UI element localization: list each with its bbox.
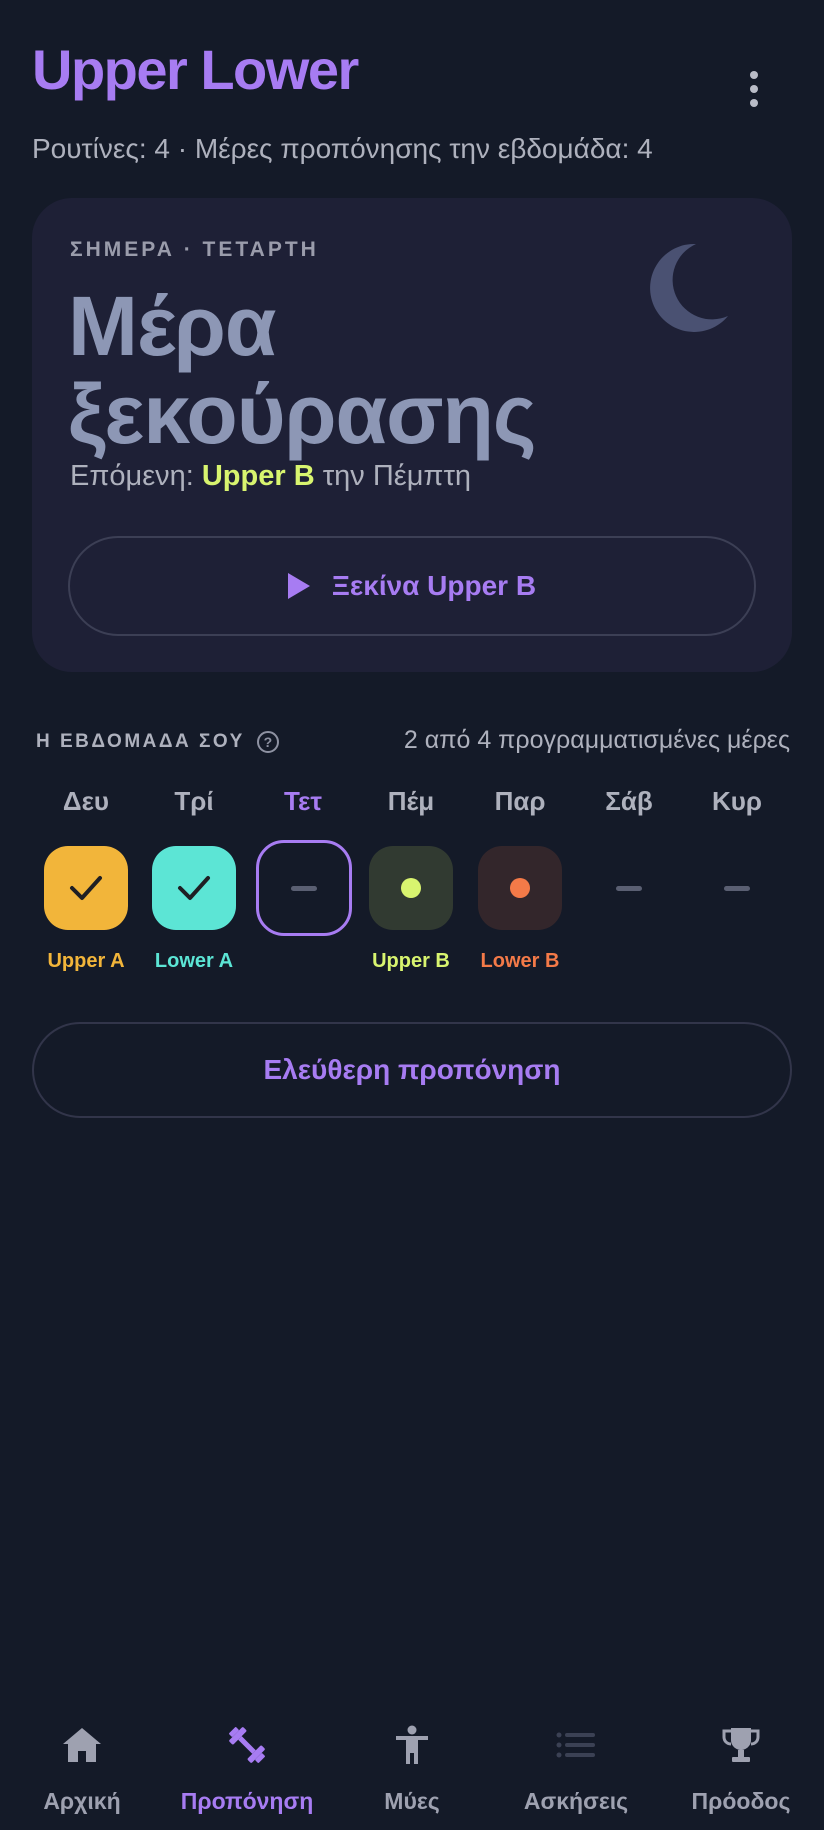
next-routine-name: Upper B: [201, 460, 315, 492]
day-status-planned[interactable]: [369, 846, 453, 930]
dot-icon: [401, 878, 421, 898]
day-status-done[interactable]: [44, 846, 128, 930]
day-routine: Lower A: [154, 950, 234, 972]
day-thu[interactable]: Πέμ Upper B: [357, 786, 465, 976]
dash-icon: [616, 885, 642, 891]
list-icon: [556, 1732, 595, 1758]
day-wed[interactable]: Τετ: [249, 786, 357, 976]
more-vert-icon: [750, 71, 758, 79]
day-name: Σάβ: [605, 786, 653, 816]
dot-icon: [510, 878, 530, 898]
day-tue[interactable]: Τρί Lower A: [140, 786, 248, 976]
next-workout-line: Επόμενη: Upper B την Πέμπτη: [70, 460, 472, 492]
day-routine: Upper B: [372, 950, 450, 972]
bottom-nav: Αρχική Προπόνηση Μύες Ασκήσεις Πρόοδος: [0, 1700, 824, 1830]
week-progress-count: 2 από 4 προγραμματισμένες μέρες: [403, 726, 790, 754]
rest-day-title: Μέρα ξεκούρασης: [68, 279, 537, 461]
nav-label: Μύες: [384, 1788, 440, 1814]
dumbbell-icon: [229, 1727, 265, 1763]
nav-label: Αρχική: [43, 1788, 121, 1814]
day-sun[interactable]: Κυρ: [683, 786, 791, 976]
page-title: Upper Lower: [32, 38, 359, 101]
header: Upper Lower Ρουτίνες: 4 · Μέρες προπόνησ…: [32, 36, 792, 166]
page-subtitle: Ρουτίνες: 4 · Μέρες προπόνησης την εβδομ…: [32, 133, 653, 164]
day-status-today[interactable]: [256, 840, 352, 936]
day-mon[interactable]: Δευ Upper A: [32, 786, 140, 976]
day-name: Δευ: [62, 786, 110, 816]
nav-item-exercises[interactable]: Ασκήσεις: [494, 1700, 658, 1830]
today-label: ΣΗΜΕΡΑ · ΤΕΤΑΡΤΗ: [70, 238, 319, 261]
day-status-done[interactable]: [152, 846, 236, 930]
day-status-planned[interactable]: [478, 846, 562, 930]
week-section-label: Η ΕΒΔΟΜΑΔΑ ΣΟΥ: [36, 731, 245, 752]
day-name: Τρί: [174, 786, 214, 816]
day-name: Τετ: [284, 786, 322, 816]
week-header: Η ΕΒΔΟΜΑΔΑ ΣΟΥ ? 2 από 4 προγραμματισμέν…: [36, 726, 790, 756]
day-sat[interactable]: Σάβ: [575, 786, 683, 976]
check-icon: [178, 876, 210, 900]
week-days: Δευ Upper A Τρί Lower A Τετ Πέμ Upper B …: [32, 786, 792, 976]
nav-label: Ασκήσεις: [523, 1788, 629, 1814]
start-workout-label: Ξεκίνα Upper B: [331, 570, 537, 601]
today-card: ΣΗΜΕΡΑ · ΤΕΤΑΡΤΗ Μέρα ξεκούρασης Επόμενη…: [32, 198, 792, 672]
play-icon: [287, 573, 310, 599]
day-routine: Upper A: [47, 950, 125, 972]
body-icon: [396, 1725, 428, 1764]
help-icon[interactable]: ?: [256, 731, 279, 753]
day-status-rest[interactable]: [695, 846, 779, 930]
nav-item-progress[interactable]: Πρόοδος: [659, 1700, 823, 1830]
dash-icon: [291, 885, 317, 891]
nav-label: Πρόοδος: [691, 1788, 791, 1814]
nav-item-home[interactable]: Αρχική: [0, 1700, 164, 1830]
day-name: Πέμ: [387, 786, 435, 816]
day-name: Κυρ: [712, 786, 762, 816]
start-workout-button[interactable]: Ξεκίνα Upper B: [68, 536, 756, 636]
trophy-icon: [722, 1728, 760, 1762]
day-routine: Lower B: [480, 950, 560, 972]
more-options-button[interactable]: [740, 54, 768, 124]
dash-icon: [724, 885, 750, 891]
nav-label: Προπόνηση: [180, 1788, 314, 1814]
nav-item-muscles[interactable]: Μύες: [330, 1700, 494, 1830]
nav-item-workout[interactable]: Προπόνηση: [165, 1700, 329, 1830]
check-icon: [70, 876, 102, 900]
free-workout-button[interactable]: Ελεύθερη προπόνηση: [32, 1022, 792, 1118]
day-status-rest[interactable]: [587, 846, 671, 930]
day-fri[interactable]: Παρ Lower B: [466, 786, 574, 976]
day-name: Παρ: [494, 786, 546, 816]
home-icon: [63, 1728, 101, 1762]
moon-icon: [650, 243, 728, 332]
